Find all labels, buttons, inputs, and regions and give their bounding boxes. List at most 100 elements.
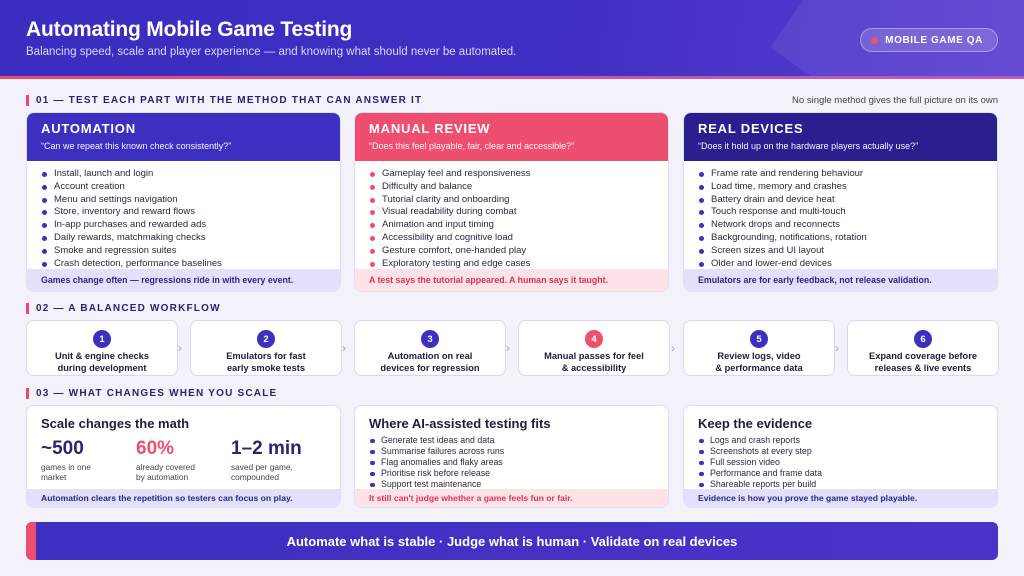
section-1-title: 01 — TEST EACH PART WITH THE METHOD THAT… (36, 95, 423, 106)
stat-label-line: already covered (136, 462, 196, 472)
real-devices-column: REAL DEVICES “Does it hold up on the har… (683, 112, 998, 292)
step-text: Emulators for fast early smoke tests (191, 351, 341, 374)
page-subtitle: Balancing speed, scale and player experi… (26, 46, 517, 58)
section-marker (26, 388, 29, 399)
stat-label-line: market (41, 472, 67, 482)
list-item: Network drops and reconnects (698, 219, 983, 232)
step-text: Automation on real devices for regressio… (355, 351, 505, 374)
list-item: Screenshots at every step (698, 446, 983, 457)
step-line: Review logs, video (717, 351, 801, 361)
manual-review-column: MANUAL REVIEW “Does this feel playable, … (354, 112, 669, 292)
evidence-card-footer: Evidence is how you prove the game staye… (684, 489, 997, 507)
workflow-step-2: 2 Emulators for fast early smoke tests (190, 320, 342, 376)
list-item: Animation and input timing (369, 219, 654, 232)
list-item: Daily rewards, matchmaking checks (41, 232, 326, 245)
list-item: Gameplay feel and responsiveness (369, 168, 654, 181)
header-divider (0, 76, 1024, 79)
section-marker (26, 303, 29, 314)
list-item: Performance and frame data (698, 468, 983, 479)
step-line: Unit & engine checks (54, 351, 150, 361)
stat-games: ~500 games in one market (41, 438, 136, 482)
chevron-right-icon: › (671, 341, 675, 355)
list-item: Full session video (698, 457, 983, 468)
step-line: & accessibility (561, 362, 627, 373)
list-item: Backgrounding, notifications, rotation (698, 232, 983, 245)
banner-text: Automate what is stable · Judge what is … (286, 533, 738, 549)
list-item: Battery drain and device heat (698, 194, 983, 207)
workflow-step-3: 3 Automation on real devices for regress… (354, 320, 506, 376)
section-1-note: No single method gives the full picture … (792, 95, 998, 106)
step-number: 4 (585, 330, 603, 348)
badge-dot-icon (871, 36, 879, 44)
step-text: Manual passes for feel & accessibility (519, 351, 669, 374)
stat-time-saved: 1–2 min saved per game, compounded (231, 438, 326, 482)
real-devices-title: REAL DEVICES (698, 121, 804, 136)
section-3-title: 03 — WHAT CHANGES WHEN YOU SCALE (36, 388, 278, 399)
scale-card: Scale changes the math ~500 games in one… (26, 405, 341, 508)
list-item: Screen sizes and UI layout (698, 245, 983, 258)
automation-header: AUTOMATION “Can we repeat this known che… (27, 113, 340, 161)
step-line: early smoke tests (226, 362, 306, 373)
evidence-card: Keep the evidence Logs and crash reports… (683, 405, 998, 508)
list-item: Store, inventory and reward flows (41, 206, 326, 219)
list-item: Summarise failures across runs (369, 446, 654, 457)
stat-label-line: games in one (41, 462, 91, 472)
workflow-step-5: 5 Review logs, video & performance data (683, 320, 835, 376)
stat-coverage: 60% already covered by automation (136, 438, 231, 482)
step-number: 5 (750, 330, 768, 348)
list-item: Install, launch and login (41, 168, 326, 181)
manual-review-footer: A test says the tutorial appeared. A hum… (355, 269, 668, 291)
step-text: Expand coverage before releases & live e… (848, 351, 998, 374)
stat-value: ~500 (41, 438, 84, 459)
list-item: Tutorial clarity and onboarding (369, 194, 654, 207)
list-item: Frame rate and rendering behaviour (698, 168, 983, 181)
chevron-right-icon: › (178, 341, 182, 355)
chevron-right-icon: › (835, 341, 839, 355)
real-devices-header: REAL DEVICES “Does it hold up on the har… (684, 113, 997, 161)
ai-card-footer: It still can't judge whether a game feel… (355, 489, 668, 507)
automation-list: Install, launch and login Account creati… (27, 161, 340, 270)
stats-row: ~500 games in one market 60% already cov… (27, 431, 340, 482)
section-marker (26, 95, 29, 106)
topic-badge: MOBILE GAME QA (860, 28, 998, 52)
list-item: Prioritise risk before release (369, 468, 654, 479)
list-item: In-app purchases and rewarded ads (41, 219, 326, 232)
real-devices-question: “Does it hold up on the hardware players… (698, 141, 919, 151)
step-line: devices for regression (380, 362, 480, 373)
manual-review-title: MANUAL REVIEW (369, 121, 491, 136)
scale-card-title: Scale changes the math (41, 416, 190, 431)
page-title: Automating Mobile Game Testing (26, 18, 353, 41)
step-number: 2 (257, 330, 275, 348)
ai-list: Generate test ideas and data Summarise f… (355, 431, 668, 490)
list-item: Gesture comfort, one-handed play (369, 245, 654, 258)
step-line: Manual passes for feel (544, 351, 644, 361)
real-devices-list: Frame rate and rendering behaviour Load … (684, 161, 997, 270)
stat-value: 60% (136, 438, 175, 459)
ai-testing-card: Where AI-assisted testing fits Generate … (354, 405, 669, 508)
list-item: Difficulty and balance (369, 181, 654, 194)
stat-label-line: compounded (231, 472, 279, 482)
workflow-step-1: 1 Unit & engine checks during developmen… (26, 320, 178, 376)
automation-title: AUTOMATION (41, 121, 136, 136)
section-2-title: 02 — A BALANCED WORKFLOW (36, 303, 221, 314)
banner-accent (26, 522, 36, 560)
summary-banner: Automate what is stable · Judge what is … (26, 522, 998, 560)
list-item: Visual readability during combat (369, 206, 654, 219)
list-item: Smoke and regression suites (41, 245, 326, 258)
manual-review-header: MANUAL REVIEW “Does this feel playable, … (355, 113, 668, 161)
automation-column: AUTOMATION “Can we repeat this known che… (26, 112, 341, 292)
evidence-list: Logs and crash reports Screenshots at ev… (684, 431, 997, 490)
list-item: Menu and settings navigation (41, 194, 326, 207)
step-line: Emulators for fast (226, 351, 306, 361)
workflow-step-4: 4 Manual passes for feel & accessibility (518, 320, 670, 376)
step-line: releases & live events (874, 362, 972, 373)
list-item: Flag anomalies and flaky areas (369, 457, 654, 468)
stat-label: already covered by automation (136, 462, 231, 482)
list-item: Touch response and multi-touch (698, 206, 983, 219)
stat-label: games in one market (41, 462, 136, 482)
step-text: Unit & engine checks during development (27, 351, 177, 374)
step-line: Automation on real (387, 351, 473, 361)
step-text: Review logs, video & performance data (684, 351, 834, 374)
step-line: during development (57, 362, 147, 373)
manual-review-list: Gameplay feel and responsiveness Difficu… (355, 161, 668, 270)
